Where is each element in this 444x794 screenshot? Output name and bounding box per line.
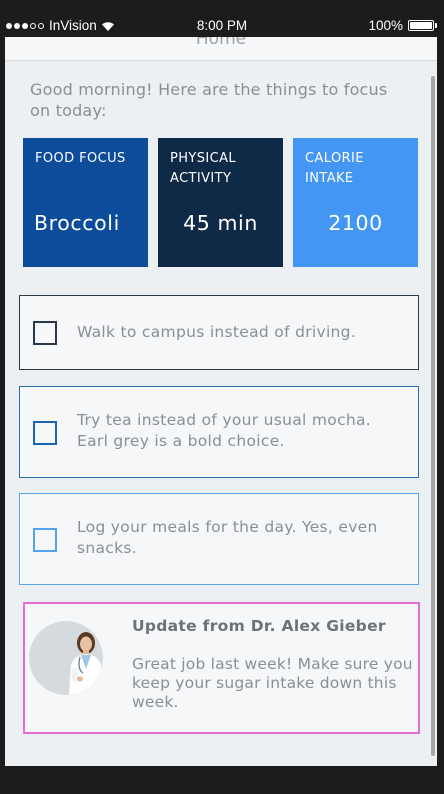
task-text: Walk to campus instead of driving. bbox=[77, 323, 357, 341]
update-body: Great job last week! Make sure you keep … bbox=[132, 655, 413, 711]
calorie-intake-tile[interactable]: CALORIE INTAKE 2100 bbox=[293, 138, 418, 267]
nav-header: Home bbox=[5, 37, 437, 61]
tile-label: CALORIE INTAKE bbox=[305, 151, 364, 186]
physical-activity-tile[interactable]: PHYSICAL ACTIVITY 45 min bbox=[158, 138, 283, 267]
tile-label: FOOD FOCUS bbox=[35, 151, 126, 166]
checkbox-icon[interactable] bbox=[33, 421, 57, 445]
tile-value: Broccoli bbox=[34, 211, 120, 235]
battery-icon bbox=[408, 20, 437, 31]
checkbox-icon[interactable] bbox=[33, 528, 57, 552]
tile-value: 2100 bbox=[328, 211, 383, 235]
task-item[interactable]: Log your meals for the day. Yes, even sn… bbox=[19, 493, 419, 585]
task-text: Try tea instead of your usual mocha. Ear… bbox=[77, 411, 372, 450]
greeting-text: Good morning! Here are the things to foc… bbox=[30, 80, 388, 120]
app-screen: Home Good morning! Here are the things t… bbox=[5, 37, 437, 766]
battery-percent: 100% bbox=[368, 18, 403, 33]
battery-fill bbox=[410, 22, 432, 29]
tile-label: PHYSICAL ACTIVITY bbox=[170, 151, 237, 186]
task-item[interactable]: Walk to campus instead of driving. bbox=[19, 295, 419, 370]
status-right: 100% bbox=[368, 18, 437, 33]
task-text: Log your meals for the day. Yes, even sn… bbox=[77, 518, 378, 557]
update-title: Update from Dr. Alex Gieber bbox=[132, 617, 386, 635]
page-title: Home bbox=[195, 37, 247, 49]
checkbox-icon[interactable] bbox=[33, 321, 57, 345]
doctor-avatar bbox=[29, 621, 103, 695]
home-content[interactable]: Good morning! Here are the things to foc… bbox=[5, 61, 437, 766]
food-focus-tile[interactable]: FOOD FOCUS Broccoli bbox=[23, 138, 148, 267]
status-bar: InVision 8:00 PM 100% bbox=[0, 15, 444, 37]
task-item[interactable]: Try tea instead of your usual mocha. Ear… bbox=[19, 386, 419, 478]
tile-value: 45 min bbox=[183, 211, 258, 235]
doctor-update-card[interactable]: Update from Dr. Alex Gieber Great job la… bbox=[23, 602, 420, 734]
device-frame: InVision 8:00 PM 100% Home Good morning!… bbox=[0, 0, 444, 794]
scrollbar[interactable] bbox=[431, 76, 435, 756]
